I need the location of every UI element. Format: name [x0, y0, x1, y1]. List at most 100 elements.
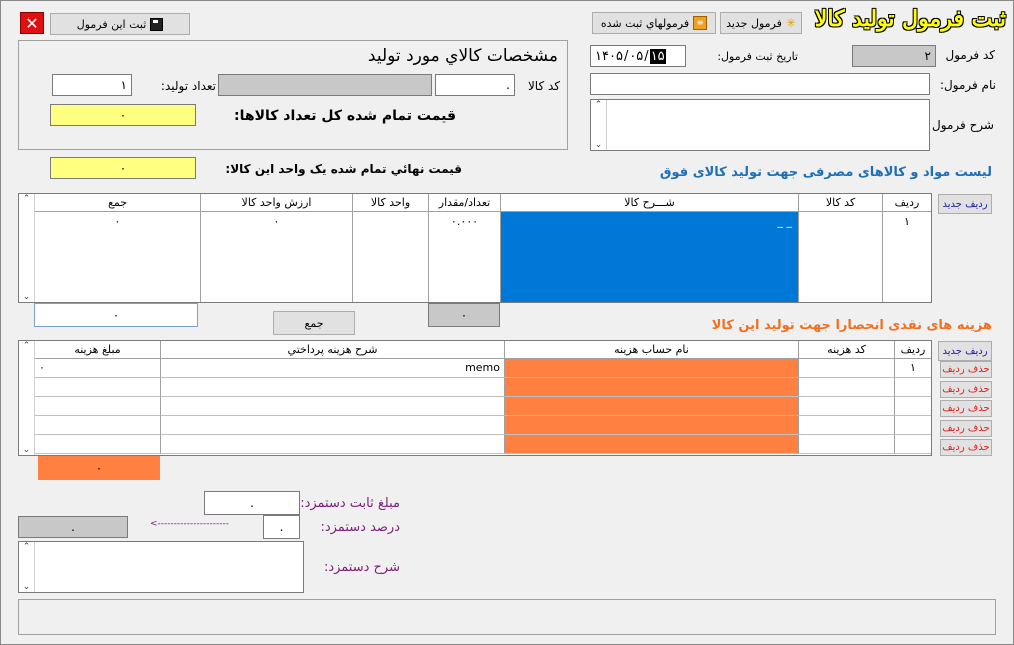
- new-formula-button[interactable]: فرمول جدید ✳: [720, 12, 802, 34]
- materials-total-sum: ۰: [34, 303, 198, 327]
- costs-total: ۰: [38, 456, 160, 480]
- costs-new-row-button[interactable]: ردیف جدید: [938, 341, 992, 361]
- cost-desc-cell[interactable]: [161, 416, 505, 435]
- material-unit-cell[interactable]: [353, 212, 429, 302]
- cost-code-cell[interactable]: [799, 397, 895, 416]
- material-code-cell[interactable]: [799, 212, 883, 302]
- cost-col-header-row: ردیف: [895, 341, 931, 359]
- list-icon: ≡: [693, 16, 708, 30]
- cost-col-header-account: نام حساب هزینه: [505, 341, 799, 359]
- close-button[interactable]: ✕: [20, 12, 44, 34]
- wage-desc-textarea[interactable]: ⌃ ⌄: [18, 541, 304, 593]
- material-sum-cell[interactable]: ۰: [35, 212, 201, 302]
- date-separator: /: [644, 48, 649, 64]
- materials-heading: لیست مواد و کالاهای مصرفی جهت تولید کالا…: [659, 165, 992, 180]
- materials-table: ⌃ ⌄ جمع ارزش واحد کالا واحد کالا تعداد/مق…: [18, 193, 932, 303]
- cost-account-cell[interactable]: [505, 378, 799, 397]
- cost-col-header-desc: شرح هزینه پرداختي: [161, 341, 505, 359]
- delete-row-button[interactable]: حذف ردیف: [940, 439, 992, 456]
- production-qty-value: ۱: [120, 78, 127, 92]
- cost-code-cell[interactable]: [799, 416, 895, 435]
- cost-code-cell[interactable]: [799, 435, 895, 454]
- saved-formulas-button[interactable]: فرمولهاي ثبت شده ≡: [592, 12, 716, 34]
- wage-desc-label: شرح دستمزد:: [323, 560, 400, 575]
- date-separator: /: [623, 48, 629, 64]
- delete-row-button[interactable]: حذف ردیف: [940, 400, 992, 417]
- cost-account-cell[interactable]: [505, 416, 799, 435]
- costs-total-value: ۰: [95, 461, 103, 475]
- delete-row-button[interactable]: حذف ردیف: [940, 419, 992, 437]
- cost-account-cell[interactable]: [505, 359, 799, 378]
- sum-button-label: جمع: [304, 316, 324, 330]
- wage-percent-label: درصد دستمزد:: [320, 520, 400, 535]
- cost-account-cell[interactable]: [505, 397, 799, 416]
- unit-cost-field: ۰: [50, 157, 196, 179]
- material-desc-cell[interactable]: _ _: [501, 212, 799, 302]
- delete-row-button[interactable]: حذف ردیف: [940, 361, 992, 378]
- scroll-down-icon: ⌄: [22, 445, 31, 455]
- unit-cost-label: قیمت نهائي تمام شده یک واحد این کالا:: [225, 162, 462, 176]
- formula-desc-textarea[interactable]: ⌃ ⌄: [590, 99, 930, 151]
- wage-arrow: <----------------------: [150, 519, 229, 529]
- date-day: ۱۵: [649, 48, 666, 64]
- product-code-value: .: [506, 78, 510, 92]
- costs-scrollbar[interactable]: ⌃ ⌄: [19, 341, 35, 455]
- cost-amount-cell[interactable]: [35, 378, 161, 397]
- wage-fixed-input[interactable]: .: [204, 491, 300, 515]
- product-code-label: کد کالا: [527, 79, 560, 93]
- formula-name-input[interactable]: [590, 73, 930, 95]
- product-code-input[interactable]: .: [435, 74, 515, 96]
- cost-amount-cell[interactable]: [35, 435, 161, 454]
- cost-desc-cell[interactable]: [161, 378, 505, 397]
- scroll-up-icon: ⌃: [22, 194, 31, 204]
- cost-desc-cell[interactable]: [161, 397, 505, 416]
- scroll-up-icon: ⌃: [22, 341, 31, 351]
- unit-cost-value: ۰: [119, 161, 127, 175]
- cost-col-header-amount: مبلغ هزینه: [35, 341, 161, 359]
- sparkle-icon: ✳: [785, 16, 796, 30]
- sum-button[interactable]: جمع: [273, 311, 355, 335]
- costs-heading: هزینه های نقدی انحصارا جهت تولید این کال…: [711, 318, 992, 333]
- date-month: ۰۵: [629, 48, 644, 64]
- formula-code-field[interactable]: ۲: [852, 45, 936, 67]
- wage-desc-scrollbar[interactable]: ⌃ ⌄: [19, 542, 35, 592]
- formula-code-value: ۲: [924, 49, 931, 63]
- cost-code-cell[interactable]: [799, 378, 895, 397]
- wage-computed-value: .: [71, 520, 75, 534]
- material-unit-value-cell[interactable]: ۰: [201, 212, 353, 302]
- production-qty-input[interactable]: ۱: [52, 74, 132, 96]
- material-qty-cell[interactable]: ۰.۰۰۰: [429, 212, 501, 302]
- close-icon: ✕: [25, 13, 39, 33]
- new-formula-label: فرمول جدید: [726, 16, 782, 30]
- product-heading: مشخصات کالاي مورد تولید: [367, 46, 558, 66]
- product-name-field: [218, 74, 432, 96]
- cost-row-index: [895, 435, 931, 454]
- col-header-qty: تعداد/مقدار: [429, 194, 501, 212]
- scroll-up-icon: ⌃: [594, 100, 603, 110]
- materials-scrollbar[interactable]: ⌃ ⌄: [19, 194, 35, 302]
- wage-fixed-label: مبلغ ثابت دستمزد:: [300, 496, 400, 511]
- cost-amount-cell[interactable]: ۰: [35, 359, 161, 378]
- delete-row-button[interactable]: حذف ردیف: [940, 380, 992, 398]
- costs-table: ⌃ ⌄ مبلغ هزینه شرح هزینه پرداختي نام حساب…: [18, 340, 932, 456]
- cost-desc-cell[interactable]: memo: [161, 359, 505, 378]
- cost-rows: ۰ memo ۱: [35, 359, 931, 454]
- date-field[interactable]: ۱۴۰۵ / ۰۵ / ۱۵: [590, 45, 686, 67]
- cost-desc-cell[interactable]: [161, 435, 505, 454]
- formula-desc-scrollbar[interactable]: ⌃ ⌄: [591, 100, 607, 150]
- cost-code-cell[interactable]: [799, 359, 895, 378]
- total-cost-field: ۰: [50, 104, 196, 126]
- floppy-icon: [150, 17, 164, 31]
- status-bar: [18, 599, 996, 635]
- cost-amount-cell[interactable]: [35, 416, 161, 435]
- materials-new-row-button[interactable]: ردیف جدید: [938, 194, 992, 214]
- materials-total-qty-value: ۰: [460, 308, 468, 322]
- wage-percent-value: .: [279, 520, 284, 534]
- save-formula-button[interactable]: ثبت این فرمول: [50, 13, 190, 35]
- scroll-down-icon: ⌄: [594, 140, 603, 150]
- wage-computed-field: .: [18, 516, 128, 538]
- cost-account-cell[interactable]: [505, 435, 799, 454]
- page-title: ثبت فرمول تولید کالا: [814, 6, 1006, 32]
- wage-percent-input[interactable]: .: [263, 515, 300, 539]
- cost-amount-cell[interactable]: [35, 397, 161, 416]
